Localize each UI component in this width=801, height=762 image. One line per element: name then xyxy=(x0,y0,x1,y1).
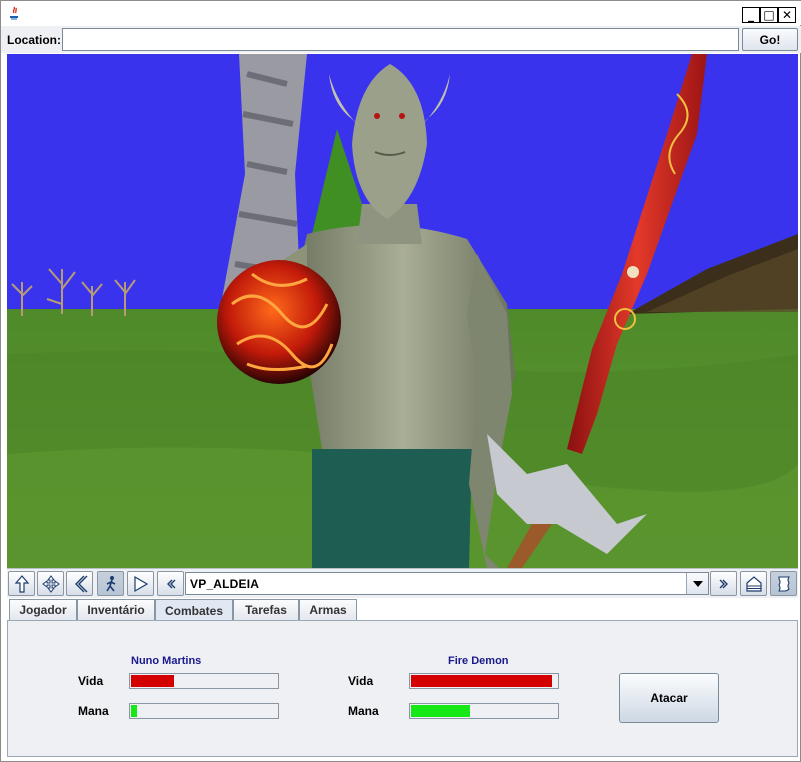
tab-inventario[interactable]: Inventário xyxy=(77,599,155,620)
chevron-down-icon xyxy=(692,580,703,587)
scroll-icon xyxy=(777,575,790,592)
enemy-vida-fill xyxy=(411,675,552,687)
straighten-button[interactable] xyxy=(740,571,767,596)
tab-bar: Jogador Inventário Combates Tarefas Arma… xyxy=(7,599,798,621)
move-arrows-icon xyxy=(41,574,60,593)
app-window: _ □ ✕ Location: Go! VP_ALDEIA Jogador In… xyxy=(0,0,801,762)
nav-pan-button[interactable] xyxy=(37,571,64,596)
nav-walk-button[interactable] xyxy=(97,571,124,596)
nav-examine-button[interactable] xyxy=(127,571,154,596)
collision-button[interactable] xyxy=(770,571,797,596)
viewpoint-select[interactable]: VP_ALDEIA xyxy=(185,572,709,595)
attack-button[interactable]: Atacar xyxy=(619,673,719,723)
viewpoint-value: VP_ALDEIA xyxy=(190,577,260,591)
walk-icon xyxy=(105,575,115,591)
double-chevron-left-icon xyxy=(166,579,175,588)
tab-jogador[interactable]: Jogador xyxy=(9,599,77,620)
location-label: Location: xyxy=(7,33,61,47)
house-icon xyxy=(745,575,762,592)
enemy-mana-bar xyxy=(409,703,559,719)
location-input[interactable] xyxy=(62,28,739,51)
tab-combates[interactable]: Combates xyxy=(155,599,233,621)
tab-armas[interactable]: Armas xyxy=(299,599,357,620)
enemy-vida-bar xyxy=(409,673,559,689)
play-outline-icon xyxy=(133,575,148,592)
double-chevron-right-icon xyxy=(719,579,728,588)
nav-turn-button[interactable] xyxy=(66,571,93,596)
dropdown-arrow-button[interactable] xyxy=(686,573,708,594)
player-mana-fill xyxy=(131,705,137,717)
player-vida-bar xyxy=(129,673,279,689)
title-bar: _ □ ✕ xyxy=(1,1,801,25)
maximize-button[interactable]: □ xyxy=(760,7,778,23)
enemy-vida-label: Vida xyxy=(348,674,374,688)
enemy-mana-fill xyxy=(411,705,470,717)
tab-tarefas[interactable]: Tarefas xyxy=(233,599,299,620)
player-vida-label: Vida xyxy=(78,674,104,688)
go-button[interactable]: Go! xyxy=(742,28,798,51)
slide-arrows-icon xyxy=(14,574,29,593)
scene-artwork xyxy=(7,54,798,568)
prev-viewpoint-button[interactable] xyxy=(157,571,184,596)
player-mana-label: Mana xyxy=(78,704,109,718)
player-name: Nuno Martins xyxy=(131,655,202,667)
3d-viewport[interactable] xyxy=(7,54,798,568)
enemy-name: Fire Demon xyxy=(448,655,509,667)
minimize-button[interactable]: _ xyxy=(742,7,760,23)
next-viewpoint-button[interactable] xyxy=(710,571,737,596)
java-icon xyxy=(10,6,18,20)
player-vida-fill xyxy=(131,675,174,687)
close-button[interactable]: ✕ xyxy=(778,7,796,23)
turn-icon xyxy=(74,575,87,592)
nav-slide-button[interactable] xyxy=(8,571,35,596)
enemy-mana-label: Mana xyxy=(348,704,379,718)
player-mana-bar xyxy=(129,703,279,719)
